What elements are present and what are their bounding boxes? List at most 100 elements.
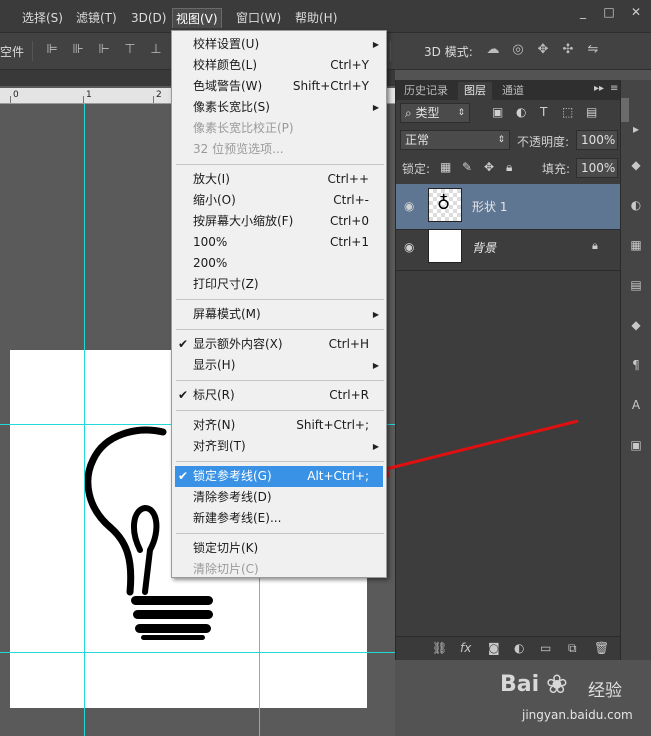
menu-item-label: 锁定切片(K) [193,541,259,555]
filter-shape-icon[interactable]: ⬚ [562,105,573,119]
eye-icon[interactable]: ◉ [404,240,414,254]
filter-type-icon[interactable]: T [540,105,547,119]
menu-item[interactable]: 缩小(O) Ctrl+- [175,190,383,211]
filter-kind-select[interactable]: ⌕ 类型 ⇕ [400,103,470,123]
panel-icon[interactable]: ▣ [628,438,644,454]
maximize-button[interactable]: □ [598,3,620,21]
menu-item: 清除切片(C) [175,559,383,580]
menu-item-label: 清除参考线(D) [193,490,272,504]
align-bottom-icon[interactable]: ⊥ [148,42,164,58]
layers-scrollbar[interactable] [621,98,629,122]
menu-filter[interactable]: 滤镜(T) [73,8,120,28]
lightbulb-icon: ♁ [437,193,451,214]
ruler-label-1: 1 [86,90,92,100]
3d-slide-icon[interactable]: ✣ [560,42,576,58]
menu-item[interactable]: 色域警告(W) Shift+Ctrl+Y [175,76,383,97]
panel-icon[interactable]: A [628,398,644,414]
menu-3d[interactable]: 3D(D) [128,8,169,28]
layer-row[interactable]: ◉ ♁ 形状 1 [396,184,621,230]
layer-row[interactable]: ◉ 背景 🔒︎ [396,225,621,271]
panel-icon[interactable]: ▦ [628,238,644,254]
menu-item[interactable]: ✔ 锁定参考线(G) Alt+Ctrl+; [175,466,383,487]
filter-smart-icon[interactable]: ▤ [586,105,597,119]
menu-view[interactable]: 视图(V) [172,8,222,28]
opacity-input[interactable]: 100% [576,130,618,150]
submenu-arrow-icon: ▶ [372,40,379,49]
menu-separator [176,533,384,534]
menu-item[interactable]: 对齐(N) Shift+Ctrl+; [175,415,383,436]
panel-icon[interactable]: ◐ [628,198,644,214]
menu-item[interactable]: 校样设置(U) ▶ [175,34,383,55]
blend-mode-select[interactable]: 正常 ⇕ [400,130,510,150]
menu-item[interactable]: 按屏幕大小缩放(F) Ctrl+0 [175,211,383,232]
filter-pixel-icon[interactable]: ▣ [492,105,503,119]
close-button[interactable]: ✕ [625,3,647,21]
menu-item: 32 位预览选项... [175,139,383,160]
minimize-button[interactable]: _ [572,3,594,21]
adjustment-icon[interactable]: ◐ [514,641,524,655]
menu-item[interactable]: 清除参考线(D) [175,487,383,508]
menu-bar: 选择(S) 滤镜(T) 3D(D) 视图(V) 窗口(W) 帮助(H) _ □ … [0,0,651,32]
panel-icon[interactable]: ▸ [628,122,644,138]
lock-paint-icon[interactable]: ✎ [462,160,472,174]
3d-roll-icon[interactable]: ◎ [510,42,526,58]
menu-select[interactable]: 选择(S) [19,8,66,28]
menu-item[interactable]: 像素长宽比(S) ▶ [175,97,383,118]
menu-item-label: 校样设置(U) [193,37,260,51]
tab-channels[interactable]: 通道 [496,82,530,100]
guide-vertical[interactable] [84,104,85,736]
tab-history[interactable]: 历史记录 [398,82,454,100]
lock-move-icon[interactable]: ✥ [484,160,494,174]
menu-item[interactable]: 放大(I) Ctrl++ [175,169,383,190]
fill-input[interactable]: 100% [576,158,618,178]
menu-item[interactable]: 100% Ctrl+1 [175,232,383,253]
panel-icon[interactable]: ◆ [628,158,644,174]
lock-all-icon[interactable]: 🔒︎ [506,160,512,175]
menu-item[interactable]: ✔ 标尺(R) Ctrl+R [175,385,383,406]
separator [390,41,391,61]
blend-mode-value: 正常 [405,133,430,147]
panel-menu-icon[interactable]: ≡ [610,83,618,94]
layer-name[interactable]: 形状 1 [472,198,507,215]
ruler-label-2: 2 [156,90,162,100]
menu-item[interactable]: 显示(H) ▶ [175,355,383,376]
menu-window[interactable]: 窗口(W) [233,8,284,28]
menu-item[interactable]: 锁定切片(K) [175,538,383,559]
filter-adjust-icon[interactable]: ◐ [516,105,526,119]
menu-item[interactable]: 屏幕模式(M) ▶ [175,304,383,325]
align-left-icon[interactable]: ⊫ [44,42,60,58]
new-layer-icon[interactable]: ⧉ [568,641,577,656]
trash-icon[interactable]: 🗑︎ [594,641,609,655]
align-top-icon[interactable]: ⊤ [122,42,138,58]
panel-icon[interactable]: ▤ [628,278,644,294]
group-icon[interactable]: ▭ [540,641,551,655]
mask-icon[interactable]: ◙ [488,641,500,655]
layer-name[interactable]: 背景 [472,239,496,256]
link-icon[interactable]: ⛓ [432,641,447,655]
menu-item-shortcut: Shift+Ctrl+Y [292,79,369,93]
menu-item-shortcut: Shift+Ctrl+; [296,418,369,432]
menu-help[interactable]: 帮助(H) [292,8,340,28]
guide-horizontal[interactable] [0,652,395,653]
menu-item[interactable]: ✔ 显示额外内容(X) Ctrl+H [175,334,383,355]
menu-item[interactable]: 对齐到(T) ▶ [175,436,383,457]
lock-transparent-icon[interactable]: ▦ [440,160,451,174]
fx-icon[interactable]: fx [460,641,471,655]
tab-layers[interactable]: 图层 [458,82,492,100]
menu-item[interactable]: 校样颜色(L) Ctrl+Y [175,55,383,76]
3d-mode-label: 3D 模式: [424,45,473,59]
panel-icon[interactable]: ◆ [628,318,644,334]
panel-icon[interactable]: ¶ [628,358,644,374]
lock-label: 锁定: [402,162,431,176]
menu-item[interactable]: 新建参考线(E)... [175,508,383,529]
3d-rotate-icon[interactable]: ☁ [485,42,501,58]
align-center-icon[interactable]: ⊪ [70,42,86,58]
3d-pan-icon[interactable]: ✥ [535,42,551,58]
menu-item-shortcut: Ctrl++ [327,172,369,186]
menu-item[interactable]: 200% [175,253,383,274]
panel-collapse-icon[interactable]: ▸▸ [594,83,604,94]
align-right-icon[interactable]: ⊩ [96,42,112,58]
eye-icon[interactable]: ◉ [404,199,414,213]
menu-item[interactable]: 打印尺寸(Z) [175,274,383,295]
3d-scale-icon[interactable]: ⇋ [585,42,601,58]
